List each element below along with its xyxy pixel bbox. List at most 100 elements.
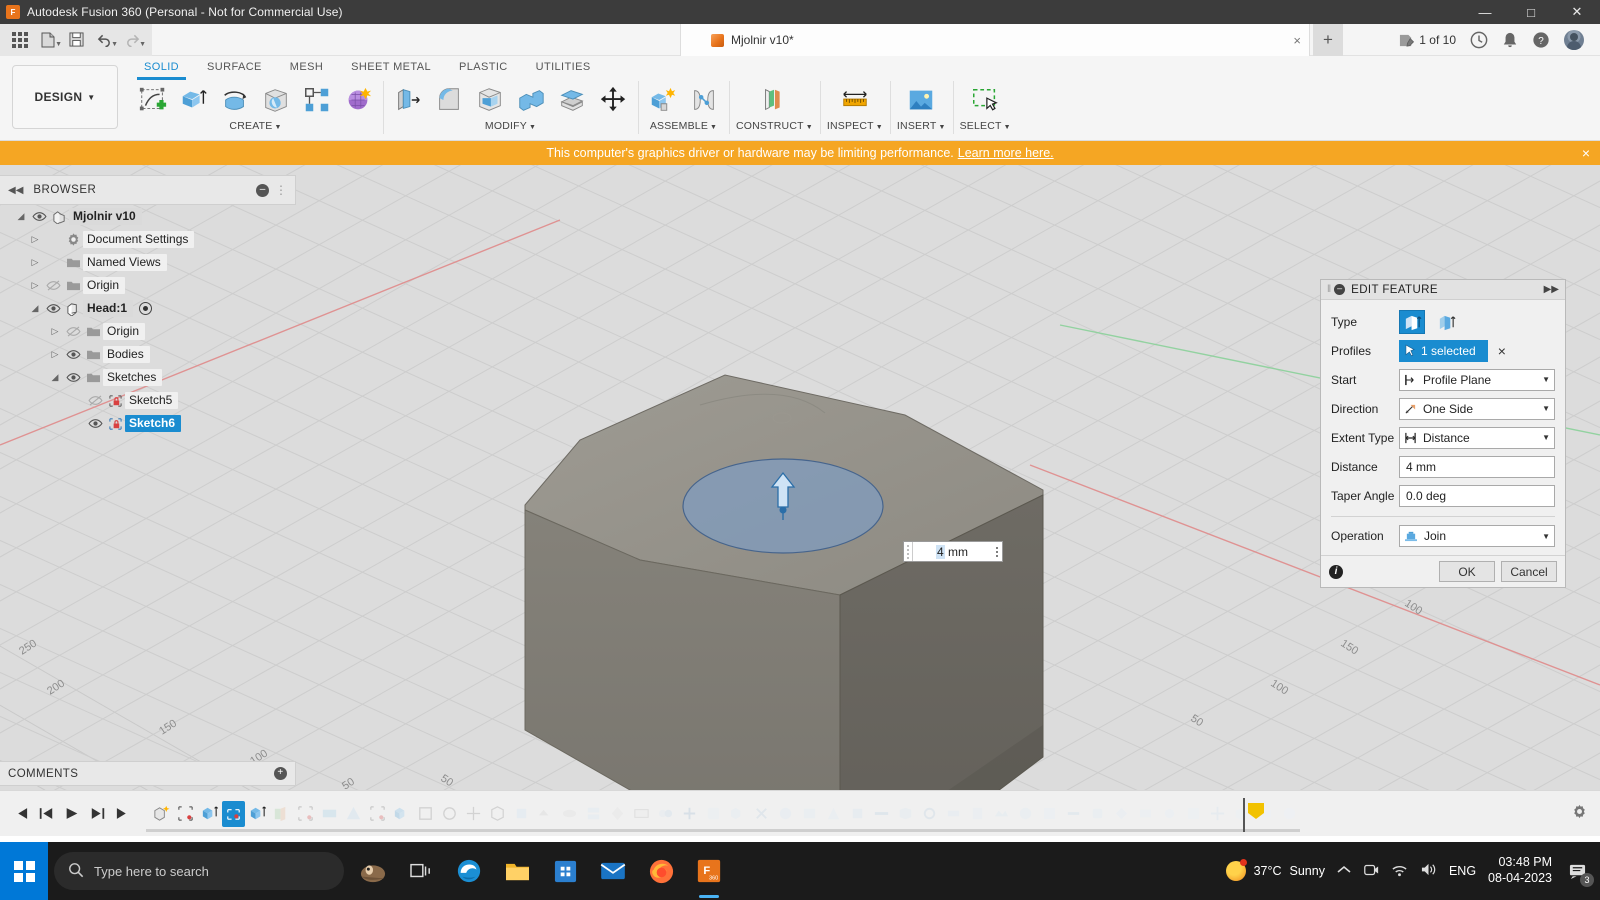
warning-close-icon[interactable]: × [1582, 145, 1590, 161]
timeline-item-ghost[interactable] [966, 801, 989, 827]
timeline-item-ghost[interactable] [1278, 801, 1301, 827]
timeline-item-extrude-selected[interactable] [222, 801, 245, 827]
timeline-item-ghost[interactable] [822, 801, 845, 827]
timeline-item-ghost[interactable] [438, 801, 461, 827]
timeline-item-sketch[interactable] [150, 801, 173, 827]
search-input[interactable]: Type here to search [54, 852, 344, 890]
ok-button[interactable]: OK [1439, 561, 1495, 582]
timeline-item-ghost[interactable] [630, 801, 653, 827]
visibility-eye-icon[interactable] [84, 418, 106, 429]
store-icon[interactable] [542, 842, 588, 900]
start-dropdown[interactable]: Profile Plane ▼ [1399, 369, 1555, 391]
undo-icon[interactable]: ▼ [90, 27, 118, 53]
create-sketch-icon[interactable] [135, 80, 171, 120]
timeline-item-ghost[interactable] [1062, 801, 1085, 827]
chevron-down-icon[interactable]: ▼ [710, 124, 717, 131]
timeline-item-ghost[interactable] [558, 801, 581, 827]
visibility-eye-icon[interactable] [62, 349, 84, 360]
timeline-item-ghost[interactable] [462, 801, 485, 827]
cortana-icon[interactable] [350, 842, 396, 900]
chevron-down-icon[interactable]: ▼ [876, 124, 883, 131]
go-to-end-icon[interactable] [112, 801, 136, 827]
add-comment-button[interactable]: + [274, 767, 287, 780]
tree-item-origin-root[interactable]: ▷ Origin [0, 274, 296, 297]
visibility-eye-hidden-icon[interactable] [42, 280, 64, 291]
chevron-down-icon[interactable]: ▼ [1542, 433, 1550, 442]
timeline-item-sketch[interactable] [174, 801, 197, 827]
tab-sheet-metal[interactable]: SHEET METAL [337, 58, 445, 76]
mail-icon[interactable] [590, 842, 636, 900]
construct-plane-icon[interactable] [756, 80, 792, 120]
extent-type-dropdown[interactable]: Distance ▼ [1399, 427, 1555, 449]
timeline-item-ghost[interactable] [294, 801, 317, 827]
insert-image-icon[interactable] [903, 80, 939, 120]
visibility-eye-icon[interactable] [62, 372, 84, 383]
visibility-eye-hidden-icon[interactable] [84, 395, 106, 406]
pattern-icon[interactable] [299, 80, 335, 120]
edge-icon[interactable] [446, 842, 492, 900]
chevron-down-icon[interactable]: ▼ [1542, 375, 1550, 384]
dimension-menu-icon[interactable] [991, 547, 1002, 557]
visibility-eye-hidden-icon[interactable] [62, 326, 84, 337]
avatar[interactable] [1558, 24, 1590, 56]
language-indicator[interactable]: ENG [1449, 864, 1476, 878]
visibility-eye-icon[interactable] [42, 303, 64, 314]
timeline-item-ghost[interactable] [1110, 801, 1133, 827]
timeline-item-ghost[interactable] [1038, 801, 1061, 827]
offset-face-icon[interactable] [554, 80, 590, 120]
tab-solid[interactable]: SOLID [130, 58, 193, 76]
form-icon[interactable] [340, 80, 376, 120]
tree-item-bodies[interactable]: ▷ Bodies [0, 343, 296, 366]
edit-feature-titlebar[interactable]: ‖ – EDIT FEATURE ▶▶ [1321, 280, 1565, 300]
tab-surface[interactable]: SURFACE [193, 58, 276, 76]
save-icon[interactable] [62, 27, 90, 53]
joint-icon[interactable] [686, 80, 722, 120]
recent-icon[interactable] [1464, 24, 1494, 56]
twisty-open-icon[interactable]: ◢ [48, 372, 62, 383]
job-status[interactable]: 1 of 10 [1392, 24, 1462, 56]
timeline-item-ghost[interactable] [1086, 801, 1109, 827]
timeline-item-ghost[interactable] [390, 801, 413, 827]
activate-component-radio[interactable] [139, 302, 152, 315]
type-option-face[interactable] [1433, 310, 1459, 334]
step-forward-icon[interactable] [86, 801, 110, 827]
wifi-icon[interactable] [1391, 863, 1408, 880]
taper-angle-input[interactable]: 0.0 deg [1399, 485, 1555, 507]
twisty-closed-icon[interactable]: ▷ [28, 280, 42, 291]
dialog-drag-handle[interactable]: ‖ [1327, 284, 1331, 295]
timeline-item-ghost[interactable] [606, 801, 629, 827]
timeline-end-marker-icon[interactable] [1245, 800, 1267, 822]
twisty-closed-icon[interactable]: ▷ [48, 349, 62, 360]
chevron-down-icon[interactable]: ▼ [139, 41, 146, 48]
press-pull-icon[interactable] [390, 80, 426, 120]
timeline-item-ghost[interactable] [846, 801, 869, 827]
file-explorer-icon[interactable] [494, 842, 540, 900]
fusion360-icon[interactable]: F360 [686, 842, 732, 900]
timeline-item-ghost[interactable] [1158, 801, 1181, 827]
tree-item-document-settings[interactable]: ▷ Document Settings [0, 228, 296, 251]
timeline-item-ghost[interactable] [750, 801, 773, 827]
chevron-down-icon[interactable]: ▼ [806, 124, 813, 131]
visibility-eye-icon[interactable] [28, 211, 50, 222]
tree-item-sketches[interactable]: ◢ Sketches [0, 366, 296, 389]
chevron-down-icon[interactable]: ▼ [529, 124, 536, 131]
new-component-icon[interactable] [645, 80, 681, 120]
settings-icon[interactable] [1566, 798, 1592, 824]
twisty-open-icon[interactable]: ◢ [28, 303, 42, 314]
timeline-item-ghost[interactable] [918, 801, 941, 827]
timeline-item-ghost[interactable] [990, 801, 1013, 827]
show-hidden-icons-icon[interactable] [1337, 864, 1351, 878]
timeline-item-ghost[interactable] [270, 801, 293, 827]
timeline-item-ghost[interactable] [342, 801, 365, 827]
chevron-down-icon[interactable]: ▼ [938, 124, 945, 131]
timeline-item-ghost[interactable] [702, 801, 725, 827]
chevron-down-icon[interactable]: ▼ [1004, 124, 1011, 131]
chevron-down-icon[interactable]: ▼ [1542, 532, 1550, 541]
workspace-selector-button[interactable]: DESIGN ▼ [12, 65, 118, 129]
timeline-item-ghost[interactable] [534, 801, 557, 827]
comments-panel-header[interactable]: COMMENTS + [0, 761, 296, 786]
document-tab-close-icon[interactable]: × [1293, 33, 1301, 48]
chevron-down-icon[interactable]: ▼ [55, 41, 62, 48]
timeline-item-ghost[interactable] [798, 801, 821, 827]
distance-input[interactable]: 4 mm [1399, 456, 1555, 478]
